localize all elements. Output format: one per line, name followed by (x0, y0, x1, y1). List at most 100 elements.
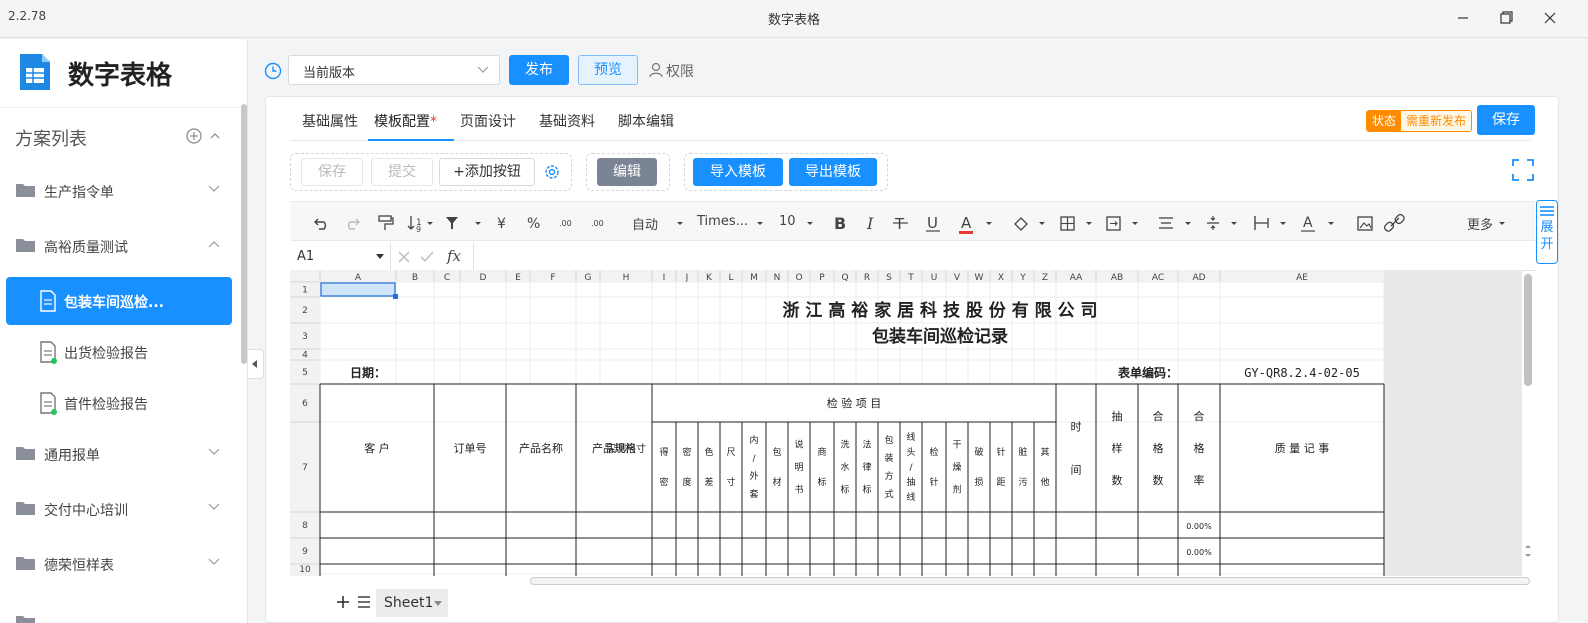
sidebar-item-label: 通用报单 (44, 448, 100, 464)
font-color-icon[interactable]: A (959, 214, 992, 234)
sub-item-header: 干 (952, 440, 961, 451)
sidebar-item-general-report[interactable]: 通用报单 (0, 430, 240, 478)
percent-decimal-icons[interactable]: ¥ % .00 .00 (497, 216, 604, 232)
align-vertical-icon[interactable] (1207, 216, 1237, 230)
sidebar-subitem-first-article-report[interactable]: 首件检验报告 (6, 379, 232, 427)
tab-template-config[interactable]: 模板配置* (374, 111, 437, 131)
merge-cells-icon[interactable] (1106, 216, 1138, 231)
bold-icon[interactable]: B (834, 214, 846, 233)
insert-link-icon[interactable] (1383, 213, 1405, 232)
status-key: 状态 (1367, 111, 1402, 131)
sub-item-header: 套 (749, 488, 758, 500)
sidebar-item-production-order[interactable]: 生产指令单 (0, 167, 240, 215)
cancel-icon[interactable] (398, 251, 410, 263)
percent-icon[interactable]: % (527, 216, 540, 232)
report-title: 包装车间巡检记录 (872, 326, 1008, 347)
underline-icon[interactable]: U (926, 214, 940, 232)
hscroll-thumb[interactable] (530, 577, 1530, 585)
align-horizontal-icon[interactable] (1159, 217, 1191, 229)
redo-icon[interactable] (347, 218, 360, 230)
sidebar-scrollbar[interactable] (241, 104, 247, 364)
tab-page-design[interactable]: 页面设计 (460, 111, 516, 131)
sheet-list-icon[interactable] (358, 596, 370, 608)
sidebar-item-gaoyu-quality-test[interactable]: 高裕质量测试 (0, 222, 240, 270)
sub-item-header: 抽 (906, 476, 915, 488)
sidebar-subitem-shipping-report[interactable]: 出货检验报告 (6, 328, 232, 376)
form-submit-button[interactable]: 提交 (371, 158, 433, 186)
tab-base-data[interactable]: 基础资料 (539, 111, 595, 131)
vertical-scrollbar[interactable] (1523, 272, 1533, 558)
italic-icon[interactable]: I (866, 214, 874, 233)
publish-button[interactable]: 发布 (509, 55, 569, 85)
insert-image-icon[interactable] (1357, 216, 1373, 231)
grid-canvas: A B C D E F G H I J K L M N O P Q R S T U V W X Y Z AA AB AC AD AE1234… (290, 270, 1522, 576)
header-pass: 合 (1153, 409, 1164, 423)
currency-icon[interactable]: ¥ (497, 216, 506, 232)
chevron-down-icon (208, 558, 220, 565)
collapse-sidebar-button[interactable] (248, 349, 264, 379)
tab-basic-properties[interactable]: 基础属性 (302, 111, 358, 131)
add-button-button[interactable]: +添加按钮 (439, 158, 535, 186)
app-name: 数字表格 (68, 61, 173, 91)
add-plan-icon[interactable] (186, 128, 202, 144)
text-rotate-icon[interactable]: A (1301, 215, 1334, 232)
expand-panel-button[interactable]: 展开 (1536, 200, 1558, 264)
edit-button[interactable]: 编辑 (597, 158, 657, 186)
sheet-actions (337, 596, 370, 608)
tab-script-edit[interactable]: 脚本编辑 (618, 111, 674, 131)
sort-icon[interactable]: 19 (407, 216, 433, 234)
svg-text:U: U (927, 214, 938, 232)
import-template-button[interactable]: 导入模板 (693, 158, 783, 186)
decrease-decimal-icon[interactable]: .00 (559, 219, 572, 228)
fx-icon: fx (447, 247, 462, 265)
history-clock-icon[interactable] (264, 62, 282, 80)
sheet-tab[interactable]: Sheet1 (376, 589, 448, 617)
add-sheet-icon[interactable] (337, 596, 349, 608)
font-family-select[interactable]: Times... (697, 214, 748, 229)
window-titlebar: 2.2.78 数字表格 (0, 0, 1588, 38)
save-button[interactable]: 保存 (1477, 105, 1535, 135)
sidebar-item-partial[interactable] (0, 599, 240, 623)
close-button[interactable] (1537, 6, 1563, 30)
number-format-select[interactable]: 自动 (632, 214, 658, 233)
restore-button[interactable] (1493, 6, 1519, 30)
minimize-button[interactable] (1450, 6, 1476, 30)
export-template-button[interactable]: 导出模板 (789, 158, 877, 186)
sidebar-item-derongheng-sample[interactable]: 德荣恒样表 (0, 540, 240, 588)
more-tools-button[interactable]: 更多 (1467, 214, 1493, 233)
folder-icon (16, 557, 35, 570)
form-save-button[interactable]: 保存 (301, 158, 363, 186)
sidebar-item-delivery-training[interactable]: 交付中心培训 (0, 485, 240, 533)
horizontal-scrollbar[interactable] (290, 576, 1534, 586)
sidebar-subitem-packaging-inspection[interactable]: 包装车间巡检... (6, 277, 232, 325)
confirm-icon[interactable] (420, 251, 434, 263)
font-size-select[interactable]: 10 (779, 214, 796, 229)
date-label: 日期： (350, 365, 386, 380)
border-icon[interactable] (1060, 216, 1092, 231)
text-wrap-icon[interactable] (1254, 216, 1286, 230)
company-title: 浙 江 高 裕 家 居 科 技 股 份 有 限 公 司 (783, 300, 1098, 321)
sub-item-header: 方 (884, 470, 893, 482)
scroll-thumb[interactable] (1524, 274, 1532, 386)
format-painter-icon[interactable] (378, 215, 394, 230)
strikethrough-icon[interactable]: T (893, 215, 908, 233)
spreadsheet-toolbar: 19 ¥ % .00 .00 B I T U A A 自动 Times... 1… (291, 201, 1535, 241)
undo-icon[interactable] (314, 218, 327, 230)
preview-button[interactable]: 预览 (578, 55, 638, 85)
folder-open-icon (16, 239, 35, 252)
version-select[interactable]: 当前版本 (288, 55, 500, 85)
sub-item-header: 标 (862, 484, 871, 496)
chevron-down-icon (208, 503, 220, 510)
collapse-plan-icon[interactable] (210, 133, 220, 139)
fullscreen-icon[interactable] (1512, 159, 1534, 181)
permission-link[interactable]: 权限 (666, 61, 694, 81)
sub-item-header: 度 (682, 476, 691, 488)
fill-color-icon[interactable] (1014, 217, 1045, 231)
cell-name-box[interactable]: A1 (291, 243, 391, 270)
spreadsheet-grid[interactable]: A B C D E F G H I J K L M N O P Q R S T U V W X Y Z AA AB AC AD AE 1 2 3 4… (290, 270, 1522, 576)
sub-item-header: 剂 (952, 484, 961, 496)
version-toolbar: 当前版本 发布 预览 权限 (264, 50, 1564, 90)
increase-decimal-icon[interactable]: .00 (591, 219, 604, 228)
gear-icon[interactable] (543, 163, 561, 181)
filter-icon[interactable] (446, 217, 481, 229)
